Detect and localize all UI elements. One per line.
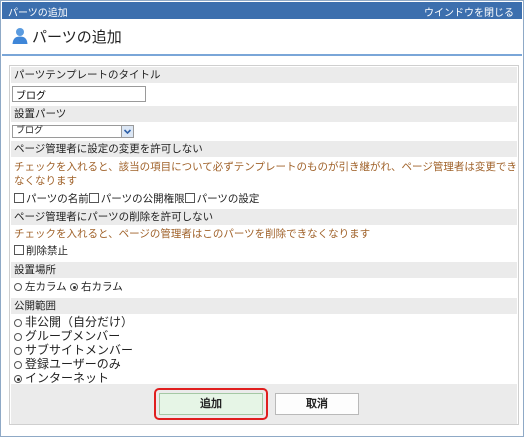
private-radio[interactable] xyxy=(14,319,22,327)
chevron-down-icon xyxy=(121,126,133,137)
allow-delete-label: ページ管理者にパーツの削除を許可しない xyxy=(11,209,517,225)
left-column-option-label: 左カラム xyxy=(25,281,67,293)
registered-users-radio[interactable] xyxy=(14,361,22,369)
delete-forbid-option-label: 削除禁止 xyxy=(26,245,68,257)
internet-radio[interactable] xyxy=(14,375,22,383)
add-button[interactable]: 追加 xyxy=(159,393,263,415)
group-members-radio[interactable] xyxy=(14,333,22,341)
allow-change-note: チェックを入れると、該当の項目について必ずテンプレートのものが引き継がれ、ページ… xyxy=(14,161,517,187)
group-members-option-label: グループメンバー xyxy=(25,329,121,343)
private-option-label: 非公開（自分だけ） xyxy=(25,315,134,329)
page-heading: パーツの追加 xyxy=(2,20,522,56)
part-settings-option-label: パーツの設定 xyxy=(196,193,260,205)
close-window-link[interactable]: ウインドウを閉じる xyxy=(424,4,514,19)
visibility-option-private: 非公開（自分だけ） xyxy=(14,315,517,329)
delete-forbid-row: 削除禁止 xyxy=(11,244,517,258)
subsite-members-option-label: サブサイトメンバー xyxy=(25,343,134,357)
part-name-checkbox[interactable] xyxy=(14,193,24,203)
page-title: パーツの追加 xyxy=(32,28,122,46)
window-titlebar: パーツの追加 ウインドウを閉じる xyxy=(2,2,522,19)
subsite-members-radio[interactable] xyxy=(14,347,22,355)
delete-forbid-checkbox[interactable] xyxy=(14,245,24,255)
add-part-form: パーツテンプレートのタイトル 設置パーツ ブログ ページ管理者に設定の変更を許可… xyxy=(9,65,519,425)
dialog-window: パーツの追加 ウインドウを閉じる パーツの追加 パーツテンプレートのタイトル 設… xyxy=(0,0,524,437)
part-permission-option-label: パーツの公開権限 xyxy=(100,193,185,205)
window-title: パーツの追加 xyxy=(8,8,68,19)
location-options: 左カラム 右カラム xyxy=(11,280,517,294)
button-bar: 追加 取消 xyxy=(11,384,517,424)
part-name-option-label: パーツの名前 xyxy=(26,193,89,205)
visibility-option-internet: インターネット xyxy=(14,371,517,385)
template-title-label: パーツテンプレートのタイトル xyxy=(11,67,517,83)
internet-option-label: インターネット xyxy=(25,371,110,385)
visibility-option-group: グループメンバー xyxy=(14,329,517,343)
part-label: 設置パーツ xyxy=(11,106,517,122)
registered-users-option-label: 登録ユーザーのみ xyxy=(25,357,121,371)
part-select[interactable]: ブログ xyxy=(12,125,134,138)
allow-change-label: ページ管理者に設定の変更を許可しない xyxy=(11,141,517,157)
visibility-options: 非公開（自分だけ） グループメンバー サブサイトメンバー 登録ユーザーのみ イン… xyxy=(11,315,517,385)
template-title-input[interactable] xyxy=(12,86,146,102)
right-column-radio[interactable] xyxy=(70,283,79,291)
cancel-button[interactable]: 取消 xyxy=(275,393,359,415)
part-select-value: ブログ xyxy=(16,126,44,136)
left-column-radio[interactable] xyxy=(14,283,22,291)
part-settings-checkbox[interactable] xyxy=(184,193,195,203)
person-icon xyxy=(12,28,28,44)
visibility-label: 公開範囲 xyxy=(11,298,517,314)
visibility-option-subsite: サブサイトメンバー xyxy=(14,343,517,357)
visibility-option-registered: 登録ユーザーのみ xyxy=(14,357,517,371)
change-options: パーツの名前 パーツの公開権限 パーツの設定 xyxy=(11,192,517,206)
part-permission-checkbox[interactable] xyxy=(88,193,99,203)
right-column-option-label: 右カラム xyxy=(81,281,123,293)
location-label: 設置場所 xyxy=(11,262,517,278)
allow-delete-note: チェックを入れると、ページの管理者はこのパーツを削除できなくなります xyxy=(14,228,371,240)
